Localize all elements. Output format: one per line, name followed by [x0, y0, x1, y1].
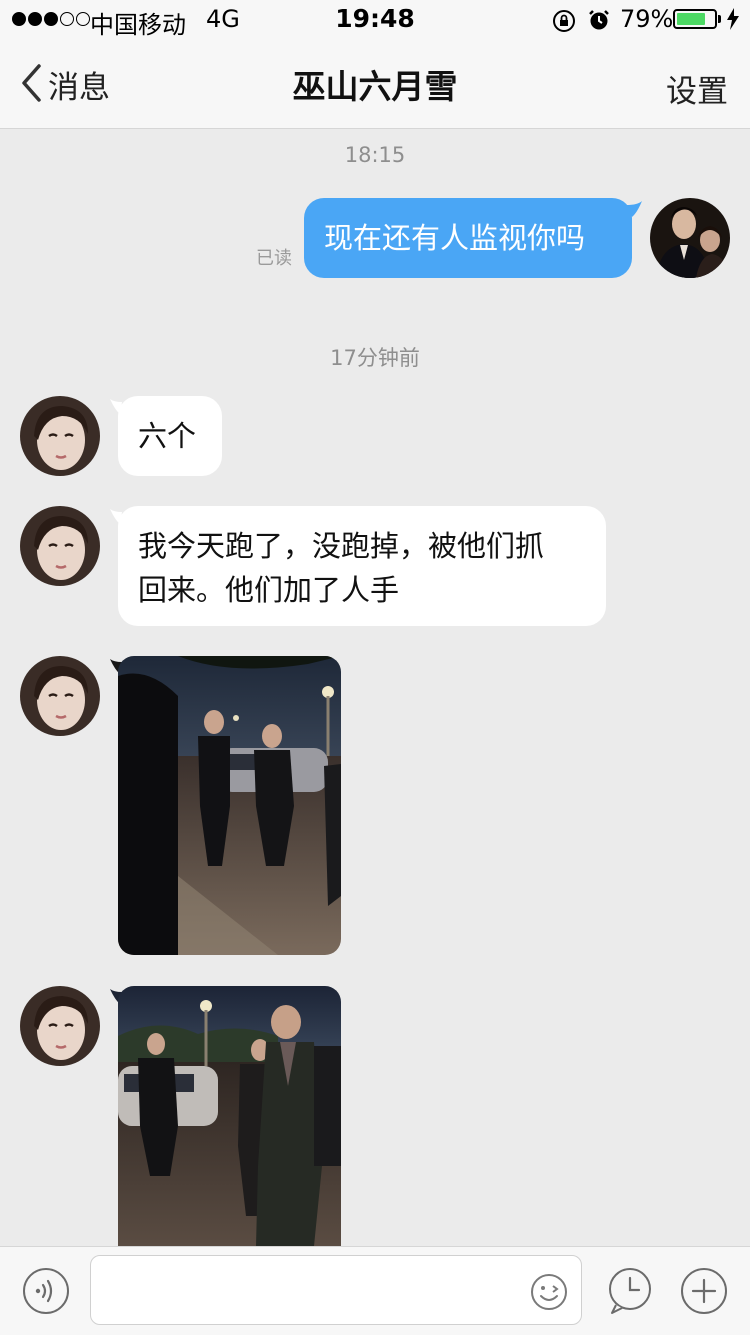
back-label: 消息	[48, 70, 110, 106]
photo-message[interactable]	[118, 986, 341, 1246]
timestamp: 18:15	[344, 143, 406, 167]
incoming-message-bubble[interactable]: 六个	[118, 396, 222, 476]
voice-icon	[23, 1268, 69, 1314]
battery-icon	[673, 9, 717, 29]
rotation-lock-icon	[552, 9, 576, 39]
charging-bolt-icon	[726, 8, 740, 36]
message-input-box[interactable]	[90, 1255, 582, 1325]
photo-message[interactable]	[118, 656, 341, 955]
voice-button[interactable]	[22, 1267, 70, 1319]
history-button[interactable]	[606, 1267, 654, 1319]
status-bar: 中国移动 4G 19:48 79%	[0, 0, 750, 40]
timestamp: 17分钟前	[330, 346, 420, 370]
message-text-line: 我今天跑了，没跑掉，被他们抓	[138, 529, 545, 563]
back-button[interactable]: 消息	[20, 62, 110, 107]
battery-level	[677, 13, 705, 25]
contact-avatar[interactable]	[20, 986, 100, 1066]
settings-button[interactable]: 设置	[666, 66, 728, 111]
message-text: 现在还有人监视你吗	[324, 221, 586, 255]
message-input[interactable]	[105, 1256, 529, 1324]
my-avatar[interactable]	[650, 198, 730, 278]
contact-avatar[interactable]	[20, 656, 100, 736]
chat-title: 巫山六月雪	[292, 67, 458, 106]
message-text-line: 回来。他们加了人手	[138, 573, 400, 607]
battery-percent: 79%	[620, 5, 674, 33]
emoji-icon	[531, 1274, 567, 1310]
emoji-button[interactable]	[530, 1273, 568, 1315]
navigation-bar: 消息 巫山六月雪 设置	[0, 40, 750, 129]
outgoing-message-bubble[interactable]: 现在还有人监视你吗	[304, 198, 632, 278]
incoming-message-bubble[interactable]: 我今天跑了，没跑掉，被他们抓 回来。他们加了人手	[118, 506, 606, 626]
contact-avatar[interactable]	[20, 506, 100, 586]
input-bar	[0, 1246, 750, 1335]
more-button[interactable]	[680, 1267, 728, 1319]
chevron-left-icon	[20, 63, 42, 107]
plus-icon	[681, 1268, 727, 1314]
read-receipt: 已读	[256, 248, 292, 269]
battery-tip	[718, 15, 721, 23]
clock-icon	[609, 1268, 651, 1314]
message-text: 六个	[138, 419, 197, 453]
alarm-icon	[588, 9, 610, 37]
contact-avatar[interactable]	[20, 396, 100, 476]
